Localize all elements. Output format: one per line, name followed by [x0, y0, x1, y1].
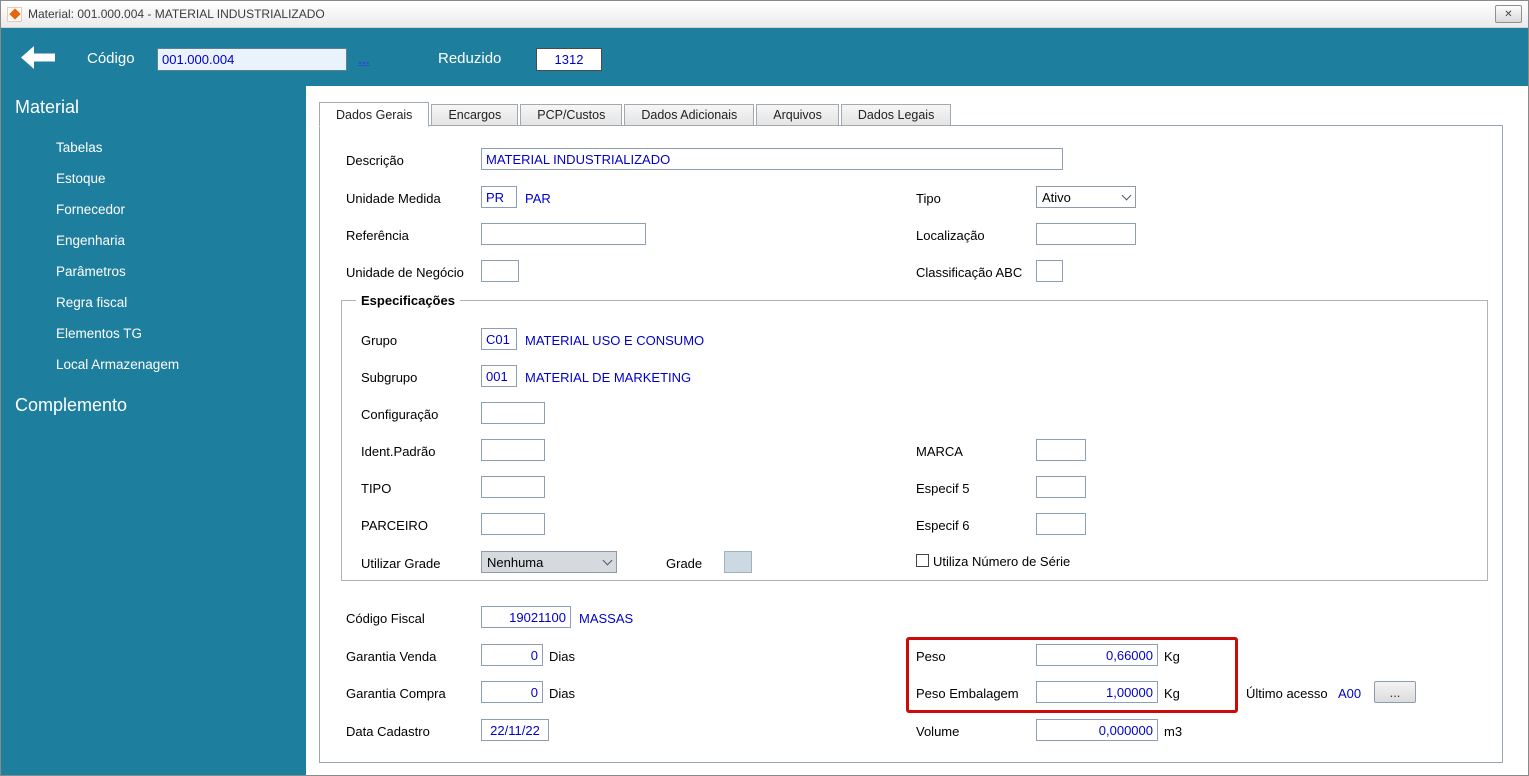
tab[interactable]: Dados Legais — [840, 104, 952, 126]
sidebar-section-complemento[interactable]: Complemento — [15, 395, 127, 416]
especif6-input[interactable] — [1036, 513, 1086, 535]
ident-padrao-label: Ident.Padrão — [361, 444, 436, 459]
sidebar-item[interactable]: Local Armazenagem — [56, 349, 179, 380]
classificacao-abc-input[interactable] — [1036, 260, 1063, 282]
unidade-medida-description: PAR — [525, 191, 551, 206]
peso-label: Peso — [916, 649, 946, 664]
garantia-venda-label: Garantia Venda — [346, 649, 437, 664]
codigo-label: Código — [87, 50, 135, 67]
utilizar-grade-select-value: Nenhuma — [487, 554, 544, 570]
volume-label: Volume — [916, 724, 960, 739]
tipo-select-value: Ativo — [1042, 189, 1071, 205]
utiliza-numero-serie-checkbox[interactable] — [916, 554, 929, 567]
unidade-medida-input[interactable] — [481, 186, 517, 208]
tipo-especif-input[interactable] — [481, 476, 545, 498]
peso-embalagem-suffix: Kg — [1164, 686, 1180, 701]
especif5-label: Especif 5 — [916, 481, 970, 496]
descricao-input[interactable] — [481, 148, 1063, 170]
ultimo-acesso-value: A00 — [1338, 686, 1362, 701]
tab-strip: Dados Gerais Encargos PCP/Custos Dados Adic… — [319, 101, 953, 127]
material-window: Material: 001.000.004 - MATERIAL INDUSTR… — [0, 0, 1529, 776]
sidebar-section-material[interactable]: Material — [15, 97, 79, 118]
tipo-select[interactable]: Ativo — [1036, 186, 1136, 208]
grupo-input[interactable] — [481, 328, 517, 350]
reduzido-label: Reduzido — [438, 50, 502, 67]
parceiro-input[interactable] — [481, 513, 545, 535]
sidebar-item[interactable]: Engenharia — [56, 225, 179, 256]
localizacao-input[interactable] — [1036, 223, 1136, 245]
tab[interactable]: Dados Gerais — [319, 102, 430, 127]
peso-embalagem-label: Peso Embalagem — [916, 686, 1019, 701]
utilizar-grade-select[interactable]: Nenhuma — [481, 551, 617, 573]
sidebar-item[interactable]: Tabelas — [56, 132, 179, 163]
garantia-venda-suffix: Dias — [549, 649, 576, 664]
subgrupo-label: Subgrupo — [361, 370, 418, 385]
ultimo-acesso-label: Último acesso — [1246, 686, 1328, 701]
codigo-input[interactable] — [157, 48, 347, 71]
grade-input — [724, 551, 752, 573]
sidebar-item[interactable]: Regra fiscal — [56, 287, 179, 318]
tab[interactable]: Arquivos — [756, 104, 839, 126]
unidade-medida-label: Unidade Medida — [346, 191, 441, 206]
ultimo-acesso-button[interactable]: ... — [1374, 681, 1416, 703]
close-icon: ✕ — [1504, 8, 1513, 20]
tab[interactable]: PCP/Custos — [520, 104, 623, 126]
tab[interactable]: Encargos — [431, 104, 519, 126]
subgrupo-input[interactable] — [481, 365, 517, 387]
peso-suffix: Kg — [1164, 649, 1180, 664]
unidade-negocio-label: Unidade de Negócio — [346, 265, 464, 280]
utiliza-numero-serie-label: Utiliza Número de Série — [933, 554, 1071, 569]
referencia-input[interactable] — [481, 223, 646, 245]
especificacoes-title: Especificações — [356, 293, 460, 308]
classificacao-abc-label: Classificação ABC — [916, 265, 1023, 280]
parceiro-label: PARCEIRO — [361, 518, 428, 533]
subgrupo-description: MATERIAL DE MARKETING — [525, 370, 692, 385]
data-cadastro-input[interactable] — [481, 719, 549, 741]
sidebar-item[interactable]: Estoque — [56, 163, 179, 194]
window-title: Material: 001.000.004 - MATERIAL INDUSTR… — [28, 7, 325, 21]
chevron-down-icon — [602, 555, 613, 565]
back-arrow-icon[interactable] — [21, 46, 55, 69]
codigo-lookup-link[interactable]: ... — [358, 51, 370, 67]
volume-suffix: m3 — [1164, 724, 1183, 739]
volume-input[interactable] — [1036, 719, 1158, 741]
garantia-venda-input[interactable] — [481, 644, 543, 666]
grupo-description: MATERIAL USO E CONSUMO — [525, 333, 705, 348]
sidebar-item[interactable]: Fornecedor — [56, 194, 179, 225]
configuracao-label: Configuração — [361, 407, 439, 422]
data-cadastro-label: Data Cadastro — [346, 724, 430, 739]
close-button[interactable]: ✕ — [1495, 5, 1522, 23]
app-icon — [7, 6, 22, 22]
titlebar: Material: 001.000.004 - MATERIAL INDUSTR… — [1, 1, 1528, 28]
grupo-label: Grupo — [361, 333, 398, 348]
localizacao-label: Localização — [916, 228, 985, 243]
especif6-label: Especif 6 — [916, 518, 970, 533]
grade-label: Grade — [666, 556, 703, 571]
reduzido-input[interactable] — [536, 48, 602, 71]
tipo-especif-label: TIPO — [361, 481, 392, 496]
tab[interactable]: Dados Adicionais — [624, 104, 755, 126]
unidade-negocio-input[interactable] — [481, 260, 519, 282]
garantia-compra-label: Garantia Compra — [346, 686, 446, 701]
sidebar-item[interactable]: Elementos TG — [56, 318, 179, 349]
sidebar-nav: Tabelas Estoque Fornecedor Engenharia Parâme… — [56, 132, 179, 380]
configuracao-input[interactable] — [481, 402, 545, 424]
codigo-fiscal-description: MASSAS — [579, 611, 634, 626]
descricao-label: Descrição — [346, 153, 404, 168]
sidebar-item[interactable]: Parâmetros — [56, 256, 179, 287]
chevron-down-icon — [1121, 190, 1132, 200]
codigo-fiscal-label: Código Fiscal — [346, 611, 425, 626]
tipo-label: Tipo — [916, 191, 941, 206]
peso-embalagem-input[interactable] — [1036, 681, 1158, 703]
codigo-fiscal-input[interactable] — [481, 606, 571, 628]
marca-input[interactable] — [1036, 439, 1086, 461]
marca-label: MARCA — [916, 444, 963, 459]
especif5-input[interactable] — [1036, 476, 1086, 498]
garantia-compra-input[interactable] — [481, 681, 543, 703]
garantia-compra-suffix: Dias — [549, 686, 576, 701]
referencia-label: Referência — [346, 228, 409, 243]
ident-padrao-input[interactable] — [481, 439, 545, 461]
utilizar-grade-label: Utilizar Grade — [361, 556, 441, 571]
peso-input[interactable] — [1036, 644, 1158, 666]
